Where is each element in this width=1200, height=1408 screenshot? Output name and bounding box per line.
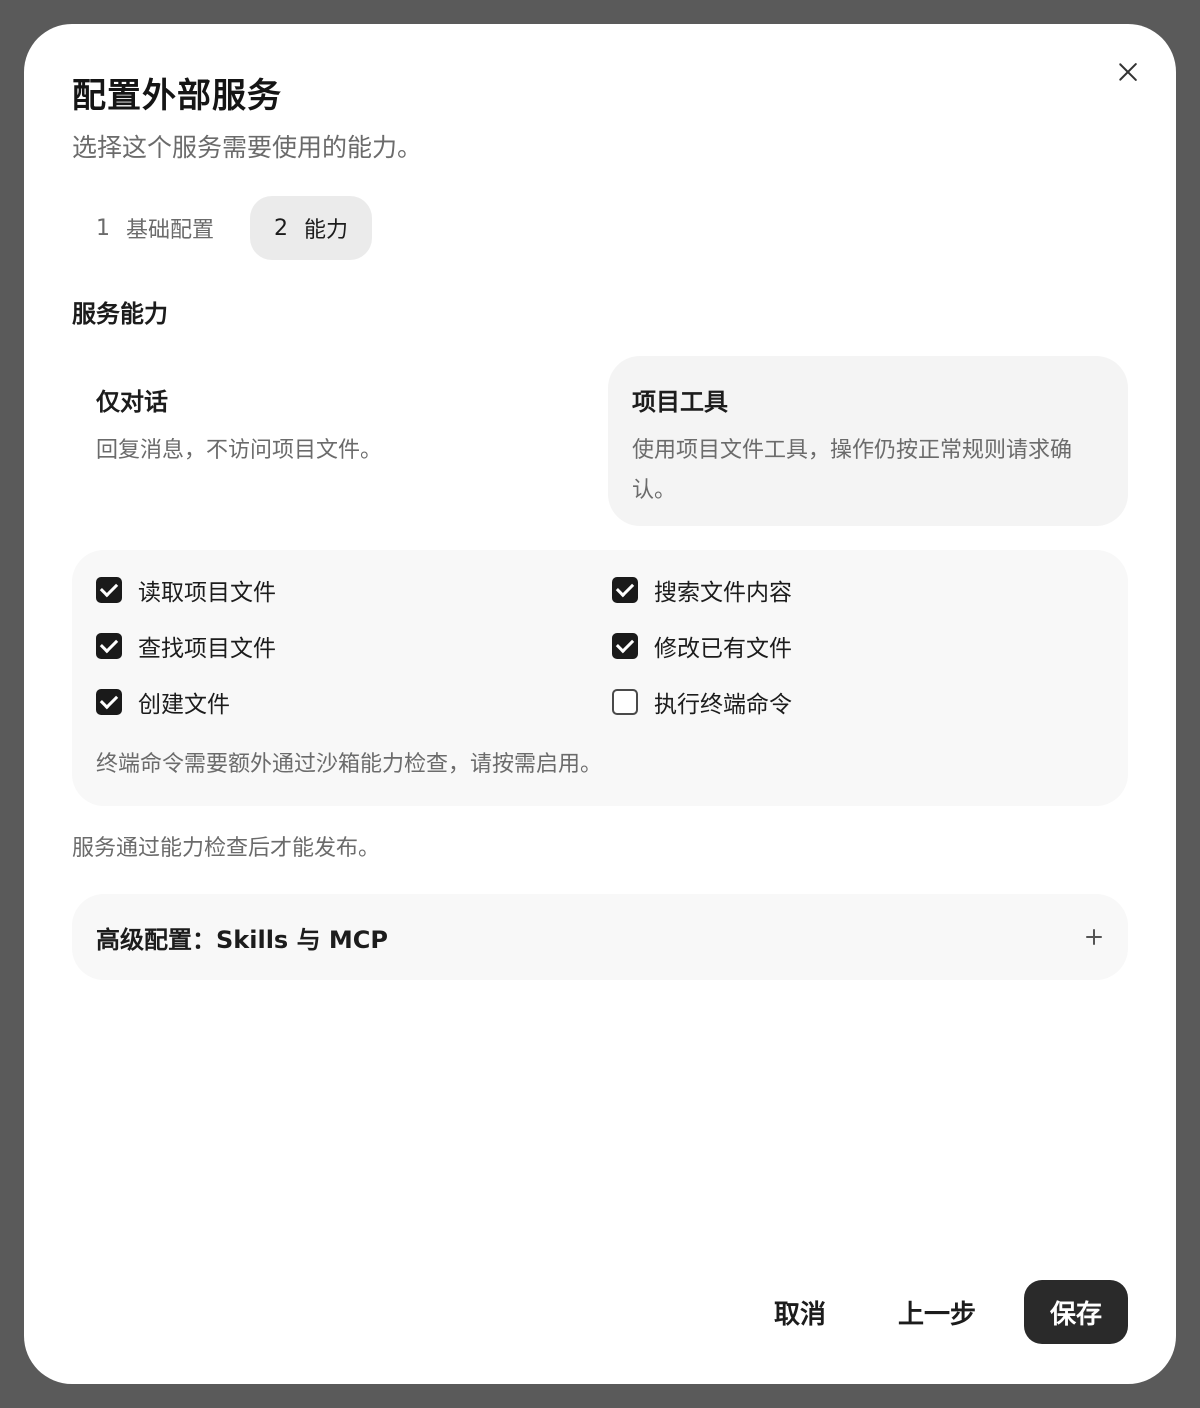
- permissions-panel: 读取项目文件 搜索文件内容 查找项目文件 修改已有文件 创建文件 执行终端命令 …: [72, 550, 1128, 806]
- step-label: 能力: [304, 218, 349, 243]
- permission-find-files[interactable]: 查找项目文件: [96, 630, 276, 662]
- stepper: 1 基础配置 2 能力: [72, 196, 373, 260]
- permission-modify-files[interactable]: 修改已有文件: [612, 630, 792, 662]
- mode-card-project-tools[interactable]: 项目工具 使用项目文件工具，操作仍按正常规则请求确认。: [608, 356, 1128, 526]
- configure-service-dialog: 配置外部服务 选择这个服务需要使用的能力。 1 基础配置 2 能力 服务能力 仅…: [24, 24, 1176, 1384]
- permission-label: 执行终端命令: [654, 692, 792, 718]
- checkbox-checked-icon[interactable]: [612, 633, 638, 659]
- checkbox-checked-icon[interactable]: [96, 689, 122, 715]
- step-number: 2: [274, 215, 289, 241]
- section-title: 服务能力: [72, 300, 168, 328]
- mode-card-chat-only[interactable]: 仅对话 回复消息，不访问项目文件。: [72, 356, 592, 526]
- permission-label: 创建文件: [138, 692, 230, 718]
- checkbox-checked-icon[interactable]: [612, 577, 638, 603]
- mode-card-title: 项目工具: [632, 388, 728, 416]
- plus-icon[interactable]: [1086, 929, 1102, 945]
- mode-card-description: 使用项目文件工具，操作仍按正常规则请求确认。: [632, 438, 1073, 503]
- permission-create-files[interactable]: 创建文件: [96, 686, 230, 718]
- checkbox-checked-icon[interactable]: [96, 633, 122, 659]
- dialog-subtitle: 选择这个服务需要使用的能力。: [72, 133, 423, 162]
- dialog-title: 配置外部服务: [72, 76, 282, 116]
- dialog-actions: 取消 上一步 保存: [750, 1280, 1128, 1344]
- step-basic-config[interactable]: 1 基础配置: [72, 196, 238, 260]
- permission-label: 修改已有文件: [654, 636, 792, 662]
- step-label: 基础配置: [126, 218, 215, 243]
- advanced-config-toggle[interactable]: 高级配置：Skills 与 MCP: [72, 894, 1128, 980]
- checkbox-unchecked-icon[interactable]: [612, 689, 638, 715]
- cancel-button[interactable]: 取消: [750, 1280, 850, 1344]
- permission-label: 查找项目文件: [138, 636, 276, 662]
- step-capabilities[interactable]: 2 能力: [250, 196, 373, 260]
- permission-search-content[interactable]: 搜索文件内容: [612, 574, 792, 606]
- permissions-note: 终端命令需要额外通过沙箱能力检查，请按需启用。: [96, 752, 603, 777]
- back-button[interactable]: 上一步: [874, 1280, 1000, 1344]
- checkbox-checked-icon[interactable]: [96, 577, 122, 603]
- mode-card-title: 仅对话: [96, 388, 168, 416]
- save-button[interactable]: 保存: [1023, 1280, 1128, 1344]
- close-icon[interactable]: [1114, 58, 1142, 86]
- permission-label: 搜索文件内容: [654, 580, 792, 606]
- permission-label: 读取项目文件: [138, 580, 276, 606]
- permission-run-terminal[interactable]: 执行终端命令: [612, 686, 792, 718]
- permission-read-files[interactable]: 读取项目文件: [96, 574, 276, 606]
- step-number: 1: [96, 215, 110, 241]
- advanced-config-label: 高级配置：Skills 与 MCP: [96, 926, 389, 954]
- mode-card-description: 回复消息，不访问项目文件。: [96, 438, 383, 463]
- publish-note: 服务通过能力检查后才能发布。: [72, 836, 381, 861]
